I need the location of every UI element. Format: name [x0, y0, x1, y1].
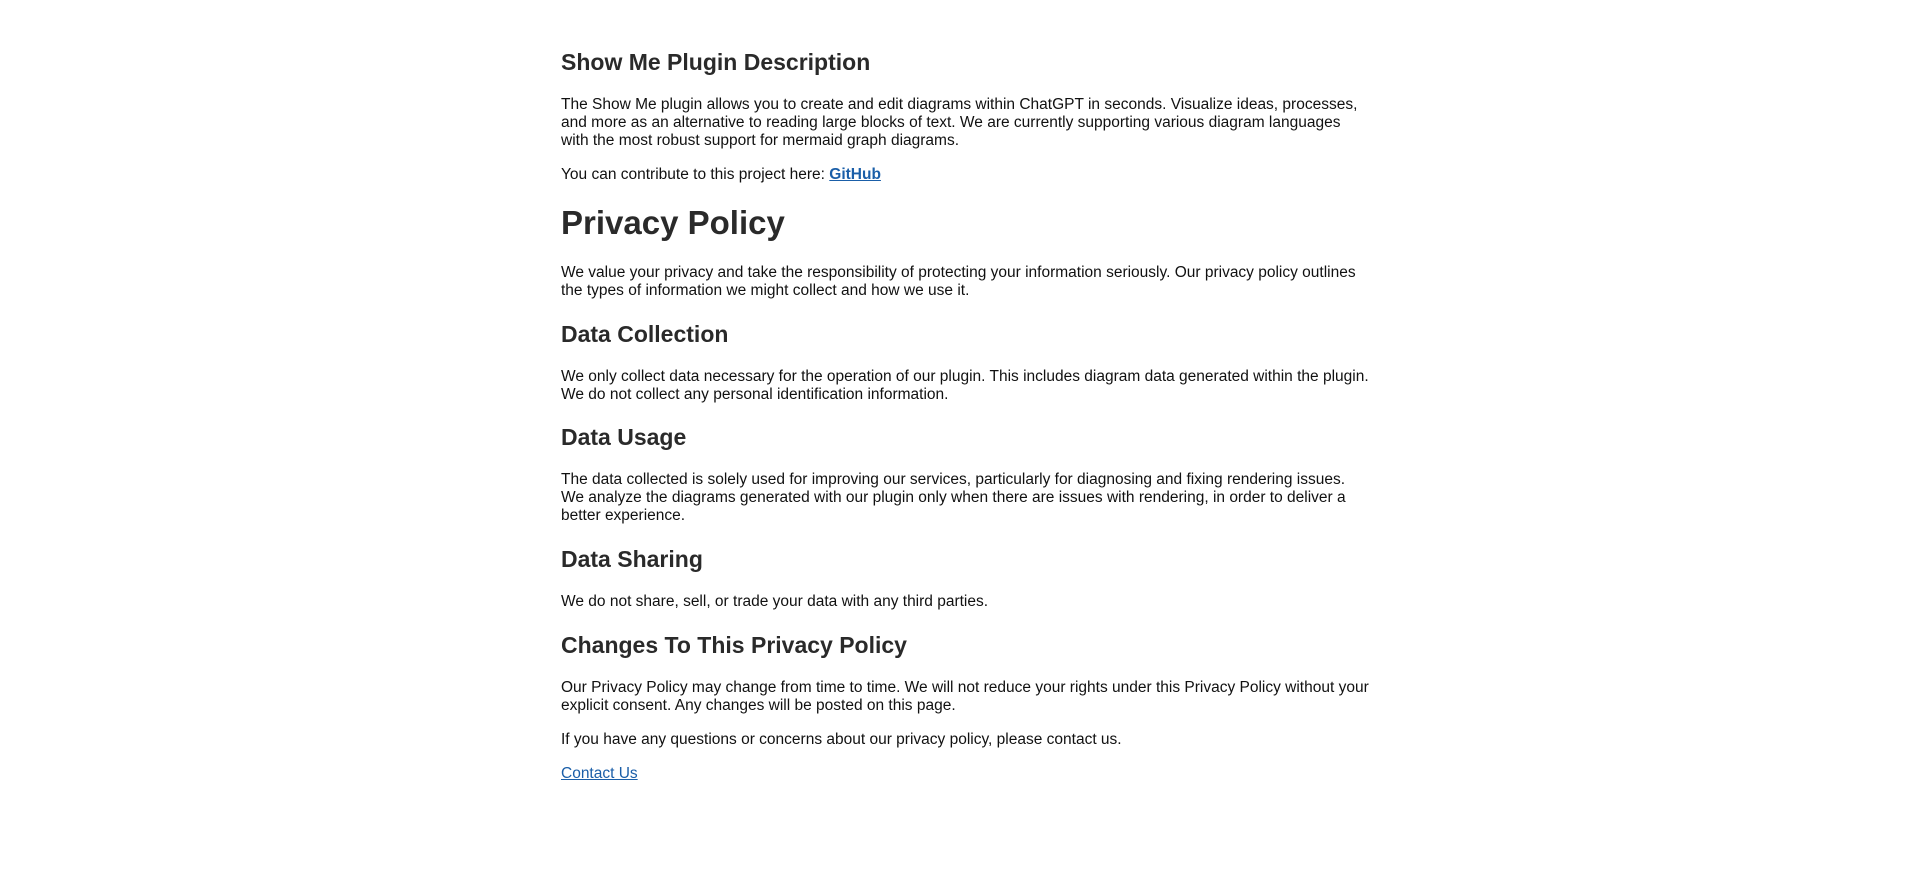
- questions-text: If you have any questions or concerns ab…: [561, 731, 1122, 748]
- github-link[interactable]: GitHub: [829, 166, 881, 183]
- data-sharing-body: We do not share, sell, or trade your dat…: [561, 593, 989, 610]
- plugin-description: The Show Me plugin allows you to create …: [561, 96, 1358, 149]
- contribute-text: You can contribute to this project here:: [561, 166, 825, 183]
- changes-body: Our Privacy Policy may change from time …: [561, 679, 1369, 714]
- data-collection-body: We only collect data necessary for the o…: [561, 368, 1369, 403]
- contact-us-link[interactable]: Contact Us: [561, 765, 638, 782]
- data-usage-heading: Data Usage: [561, 424, 687, 450]
- contact-line: Contact Us: [561, 765, 1369, 783]
- data-collection-heading: Data Collection: [561, 321, 729, 347]
- privacy-intro: We value your privacy and take the respo…: [561, 264, 1356, 299]
- changes-heading: Changes To This Privacy Policy: [561, 632, 907, 658]
- data-sharing-heading: Data Sharing: [561, 546, 703, 572]
- plugin-title: Show Me Plugin Description: [561, 49, 871, 75]
- contribute-line: You can contribute to this project here:…: [561, 166, 1369, 184]
- privacy-policy-title: Privacy Policy: [561, 204, 785, 241]
- data-usage-body: The data collected is solely used for im…: [561, 471, 1346, 524]
